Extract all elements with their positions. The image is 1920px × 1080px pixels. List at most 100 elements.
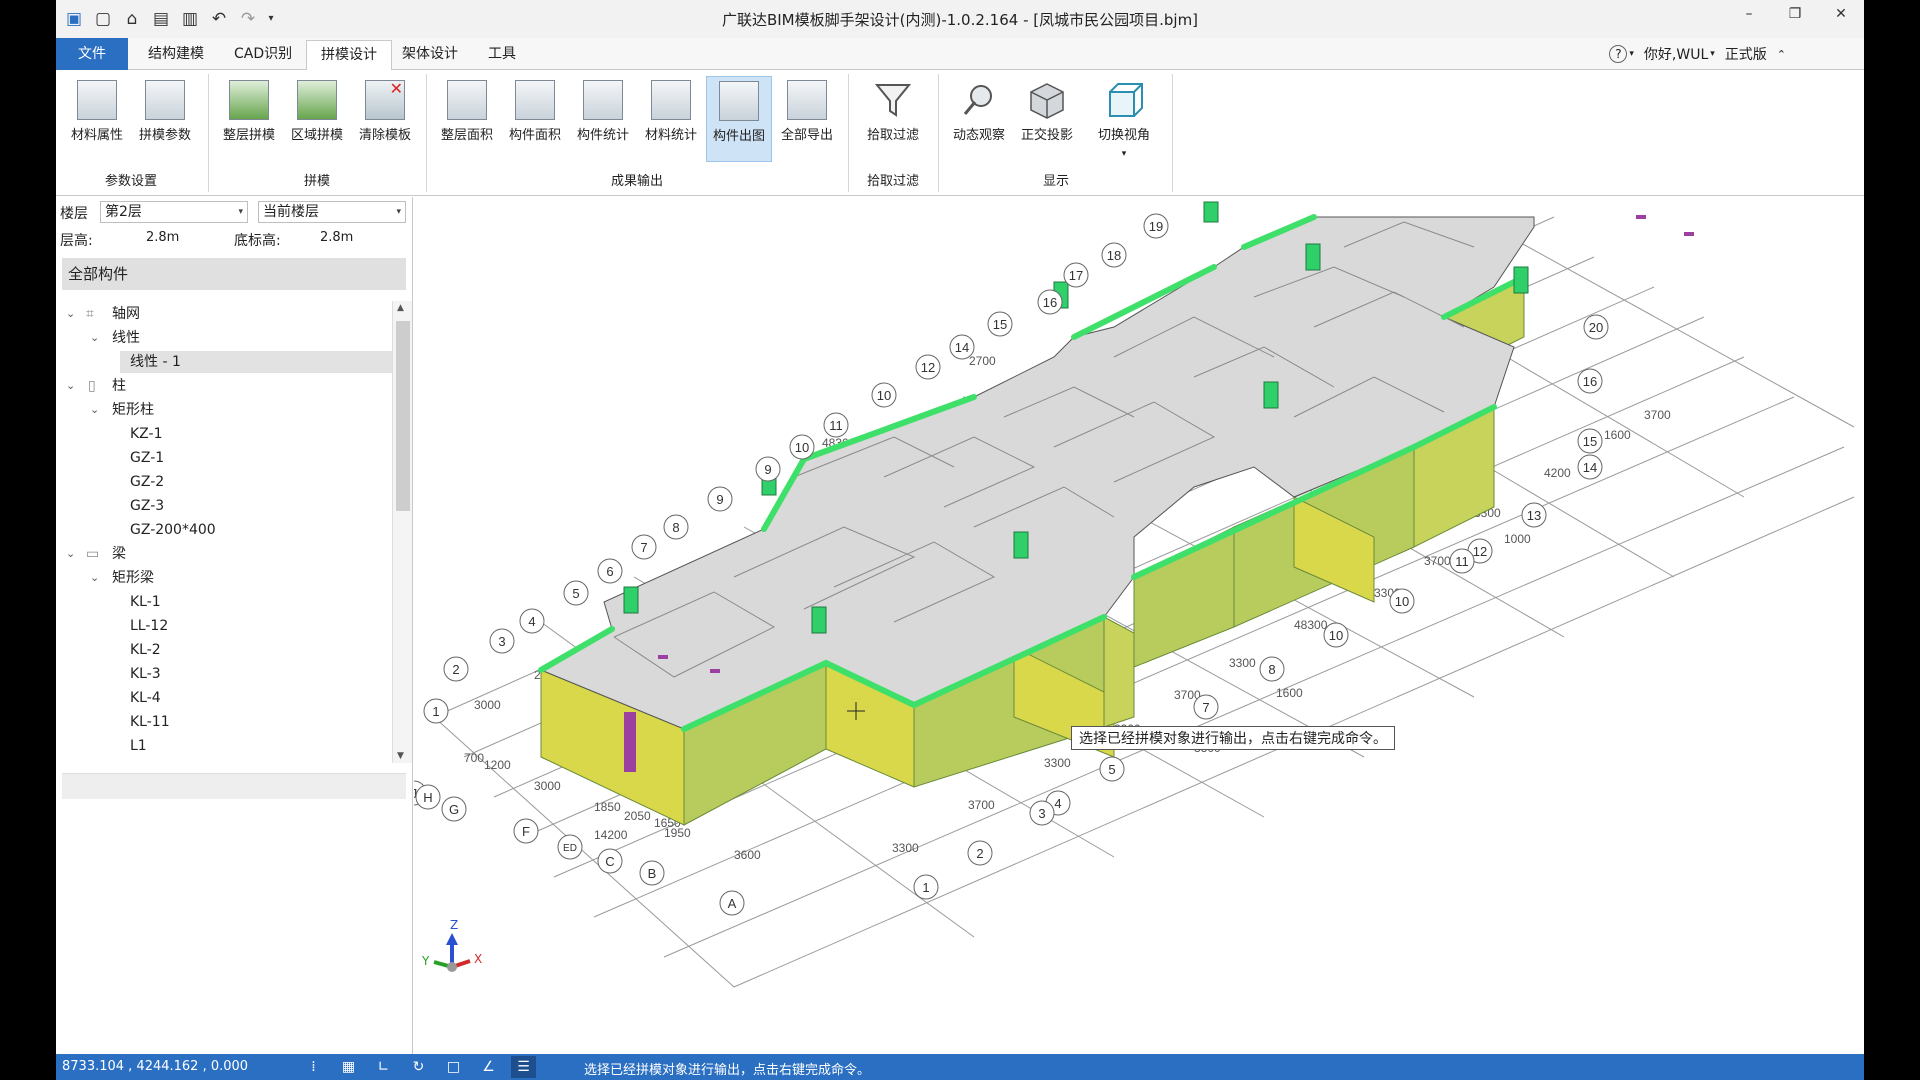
tree-leaf[interactable]: L1: [130, 735, 147, 757]
restore-button[interactable]: ❐: [1772, 0, 1818, 30]
minimize-button[interactable]: –: [1726, 0, 1772, 30]
tree-leaf[interactable]: KL-4: [130, 687, 161, 709]
grid-bubble: 4: [519, 608, 545, 634]
tree-node-column[interactable]: ⌄ ▯ 柱: [62, 375, 392, 397]
export-all-button[interactable]: 全部导出: [774, 76, 840, 162]
panel-footer: [62, 773, 406, 799]
component-area-button[interactable]: 构件面积: [502, 76, 568, 162]
tree-node-beam[interactable]: ⌄ ▭ 梁: [62, 543, 392, 565]
region-formwork-button[interactable]: 区域拼模: [284, 76, 350, 162]
all-components-header[interactable]: 全部构件: [62, 258, 406, 290]
dimension-label: 4200: [1544, 466, 1571, 480]
dimension-label: 1950: [664, 826, 691, 840]
grid-bubble: 1: [423, 698, 449, 724]
scroll-up-icon[interactable]: ▲: [397, 303, 404, 313]
title-bar: ▣ ▢ ⌂ ▤ ▥ ↶ ↷ ▾ 广联达BIM模板脚手架设计(内测)-1.0.2.…: [56, 0, 1864, 38]
help-dropdown-icon[interactable]: ▾: [1629, 49, 1634, 59]
grid-bubble-label: 14: [955, 340, 969, 355]
chevron-down-icon[interactable]: ⌄: [90, 399, 99, 421]
building-model[interactable]: 3000 2700 2700 48300 1200 700 3000 1850 …: [414, 197, 1864, 1054]
tab-tools[interactable]: 工具: [474, 40, 530, 70]
pick-filter-button[interactable]: 拾取过滤: [860, 76, 926, 162]
chevron-down-icon[interactable]: ⌄: [66, 375, 75, 397]
tab-cad-recognition[interactable]: CAD识别: [220, 40, 306, 70]
formwork-params-button[interactable]: 拼模参数: [132, 76, 198, 162]
ribbon-separator: [1172, 74, 1173, 192]
tree-node-linear[interactable]: ⌄ 线性: [62, 327, 392, 349]
grid-bubble-label: 12: [921, 360, 935, 375]
tree-leaf[interactable]: LL-12: [130, 615, 168, 637]
chevron-down-icon: ▾: [396, 207, 401, 217]
grid-bubble: 8: [1259, 656, 1285, 682]
tab-structure-modeling[interactable]: 结构建模: [134, 40, 218, 70]
switch-view-button[interactable]: 切换视角 ▾: [1088, 76, 1160, 162]
scope-select[interactable]: 当前楼层 ▾: [258, 201, 406, 223]
floor-formwork-button[interactable]: 整层拼模: [216, 76, 282, 162]
grid-bubble: 15: [987, 311, 1013, 337]
dimension-label: 3700: [968, 798, 995, 812]
tab-scaffold-design[interactable]: 架体设计: [388, 40, 472, 70]
grid-bubble-label: 14: [1583, 460, 1597, 475]
tree-node-linear-1[interactable]: 线性 - 1: [120, 351, 392, 373]
tree-leaf[interactable]: KL-1: [130, 591, 161, 613]
tree-leaf[interactable]: GZ-1: [130, 447, 164, 469]
dynamic-orbit-button[interactable]: 动态观察: [946, 76, 1012, 162]
tree-leaf[interactable]: KL-3: [130, 663, 161, 685]
tab-file[interactable]: 文件: [56, 38, 128, 70]
tree-leaf[interactable]: GZ-2: [130, 471, 164, 493]
component-drawing-button[interactable]: 构件出图: [706, 76, 772, 162]
component-panel: 楼层 第2层 ▾ 当前楼层 ▾ 层高: 2.8m 底标高: 2.8m 全部构件 …: [56, 197, 413, 1054]
window-controls: – ❐ ✕: [1726, 0, 1864, 30]
axis-grid-icon: ⌗: [86, 306, 94, 322]
scroll-down-icon[interactable]: ▼: [397, 751, 404, 761]
axis-x-label: X: [474, 952, 482, 966]
dimension-label: 2050: [624, 809, 651, 823]
grid-bubble-label: 15: [1583, 434, 1597, 449]
help-icon[interactable]: ?: [1609, 45, 1628, 63]
switch-view-dropdown-icon[interactable]: ▾: [1088, 149, 1160, 159]
tree-scrollbar[interactable]: ▲ ▼: [392, 301, 412, 763]
clear-formwork-button[interactable]: 清除模板: [352, 76, 418, 162]
tree-node-axis-grid[interactable]: ⌄ ⌗ 轴网: [62, 303, 392, 325]
chevron-down-icon[interactable]: ⌄: [90, 567, 99, 589]
tree-leaf[interactable]: KL-2: [130, 639, 161, 661]
floor-select[interactable]: 第2层 ▾: [100, 201, 248, 223]
list-icon[interactable]: ☰: [511, 1056, 536, 1078]
floor-area-button[interactable]: 整层面积: [434, 76, 500, 162]
user-greeting[interactable]: 你好,WUL: [1644, 44, 1708, 64]
grid-bubble: 20: [1583, 314, 1609, 340]
tab-formwork-design[interactable]: 拼模设计: [306, 40, 392, 71]
grid-bubble-label: 10: [1395, 594, 1409, 609]
tree-leaf[interactable]: KZ-1: [130, 423, 162, 445]
chevron-down-icon[interactable]: ⌄: [90, 327, 99, 349]
tree-leaf[interactable]: GZ-200*400: [130, 519, 216, 541]
material-stats-button[interactable]: 材料统计: [638, 76, 704, 162]
ribbon-separator: [938, 74, 939, 192]
angle-icon[interactable]: ∠: [476, 1056, 501, 1078]
dimension-label: 3700: [1644, 408, 1671, 422]
ortho-icon[interactable]: ∟: [371, 1056, 396, 1078]
tree-leaf[interactable]: GZ-3: [130, 495, 164, 517]
grid-icon[interactable]: ▦: [336, 1056, 361, 1078]
bottom-elevation-value: 2.8m: [320, 230, 354, 245]
rect-icon[interactable]: □: [441, 1056, 466, 1078]
component-stats-button[interactable]: 构件统计: [570, 76, 636, 162]
material-properties-button[interactable]: 材料属性: [64, 76, 130, 162]
3d-viewport[interactable]: 3000 2700 2700 48300 1200 700 3000 1850 …: [414, 197, 1864, 1054]
dimension-label: 3300: [1229, 656, 1256, 670]
ortho-projection-button[interactable]: 正交投影: [1014, 76, 1080, 162]
snap-grid-icon[interactable]: ⁞: [301, 1056, 326, 1078]
tree-node-rect-column[interactable]: ⌄ 矩形柱: [62, 399, 392, 421]
tree-leaf[interactable]: KL-11: [130, 711, 170, 733]
chevron-down-icon[interactable]: ⌄: [66, 543, 75, 565]
tree-node-rect-beam[interactable]: ⌄ 矩形梁: [62, 567, 392, 589]
grid-bubble: B: [639, 860, 665, 886]
column-icon: ▯: [88, 378, 96, 394]
scrollbar-thumb[interactable]: [396, 321, 410, 511]
rotate-icon[interactable]: ↻: [406, 1056, 431, 1078]
formwork-params-icon: [145, 80, 185, 120]
user-dropdown-icon[interactable]: ▾: [1710, 49, 1715, 59]
chevron-down-icon[interactable]: ⌄: [66, 303, 75, 325]
collapse-ribbon-icon[interactable]: ⌃: [1777, 48, 1786, 61]
close-button[interactable]: ✕: [1818, 0, 1864, 30]
